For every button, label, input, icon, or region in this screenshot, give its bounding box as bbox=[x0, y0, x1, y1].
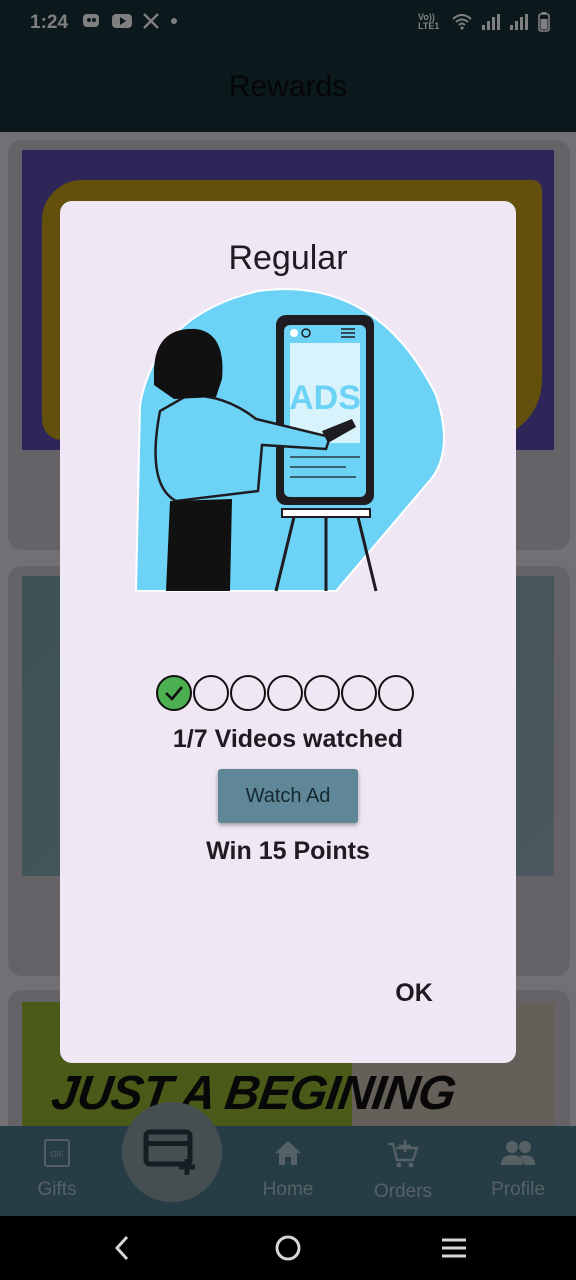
home-circle-icon bbox=[275, 1235, 301, 1261]
progress-dot-empty bbox=[267, 675, 303, 711]
menu-icon bbox=[442, 1238, 466, 1258]
progress-dot-complete bbox=[156, 675, 192, 711]
back-chevron-icon bbox=[114, 1235, 129, 1261]
watch-ad-button[interactable]: Watch Ad bbox=[218, 769, 358, 823]
progress-dot-empty bbox=[193, 675, 229, 711]
reward-points-text: Win 15 Points bbox=[206, 837, 370, 865]
reward-dialog: Regular ADS 1/7 Videos watched Watch Ad … bbox=[60, 201, 516, 1063]
progress-dot-empty bbox=[230, 675, 266, 711]
ok-button[interactable]: OK bbox=[382, 971, 446, 1015]
videos-watched-text: 1/7 Videos watched bbox=[172, 725, 404, 753]
recents-button[interactable] bbox=[438, 1232, 470, 1264]
dialog-title: Regular bbox=[228, 239, 348, 277]
back-button[interactable] bbox=[106, 1232, 138, 1264]
ads-illustration: ADS bbox=[134, 288, 445, 592]
system-navigation-bar bbox=[0, 1216, 576, 1280]
progress-dot-empty bbox=[341, 675, 377, 711]
app-screen: 1:24 Vo)) LTE1 Rewards JUST A BEGINING bbox=[0, 0, 576, 1216]
illustration-ads-text: ADS bbox=[289, 379, 361, 417]
home-button[interactable] bbox=[272, 1232, 304, 1264]
video-progress-dots bbox=[156, 675, 414, 711]
progress-dot-empty bbox=[304, 675, 340, 711]
progress-dot-empty bbox=[378, 675, 414, 711]
check-icon bbox=[165, 686, 183, 701]
